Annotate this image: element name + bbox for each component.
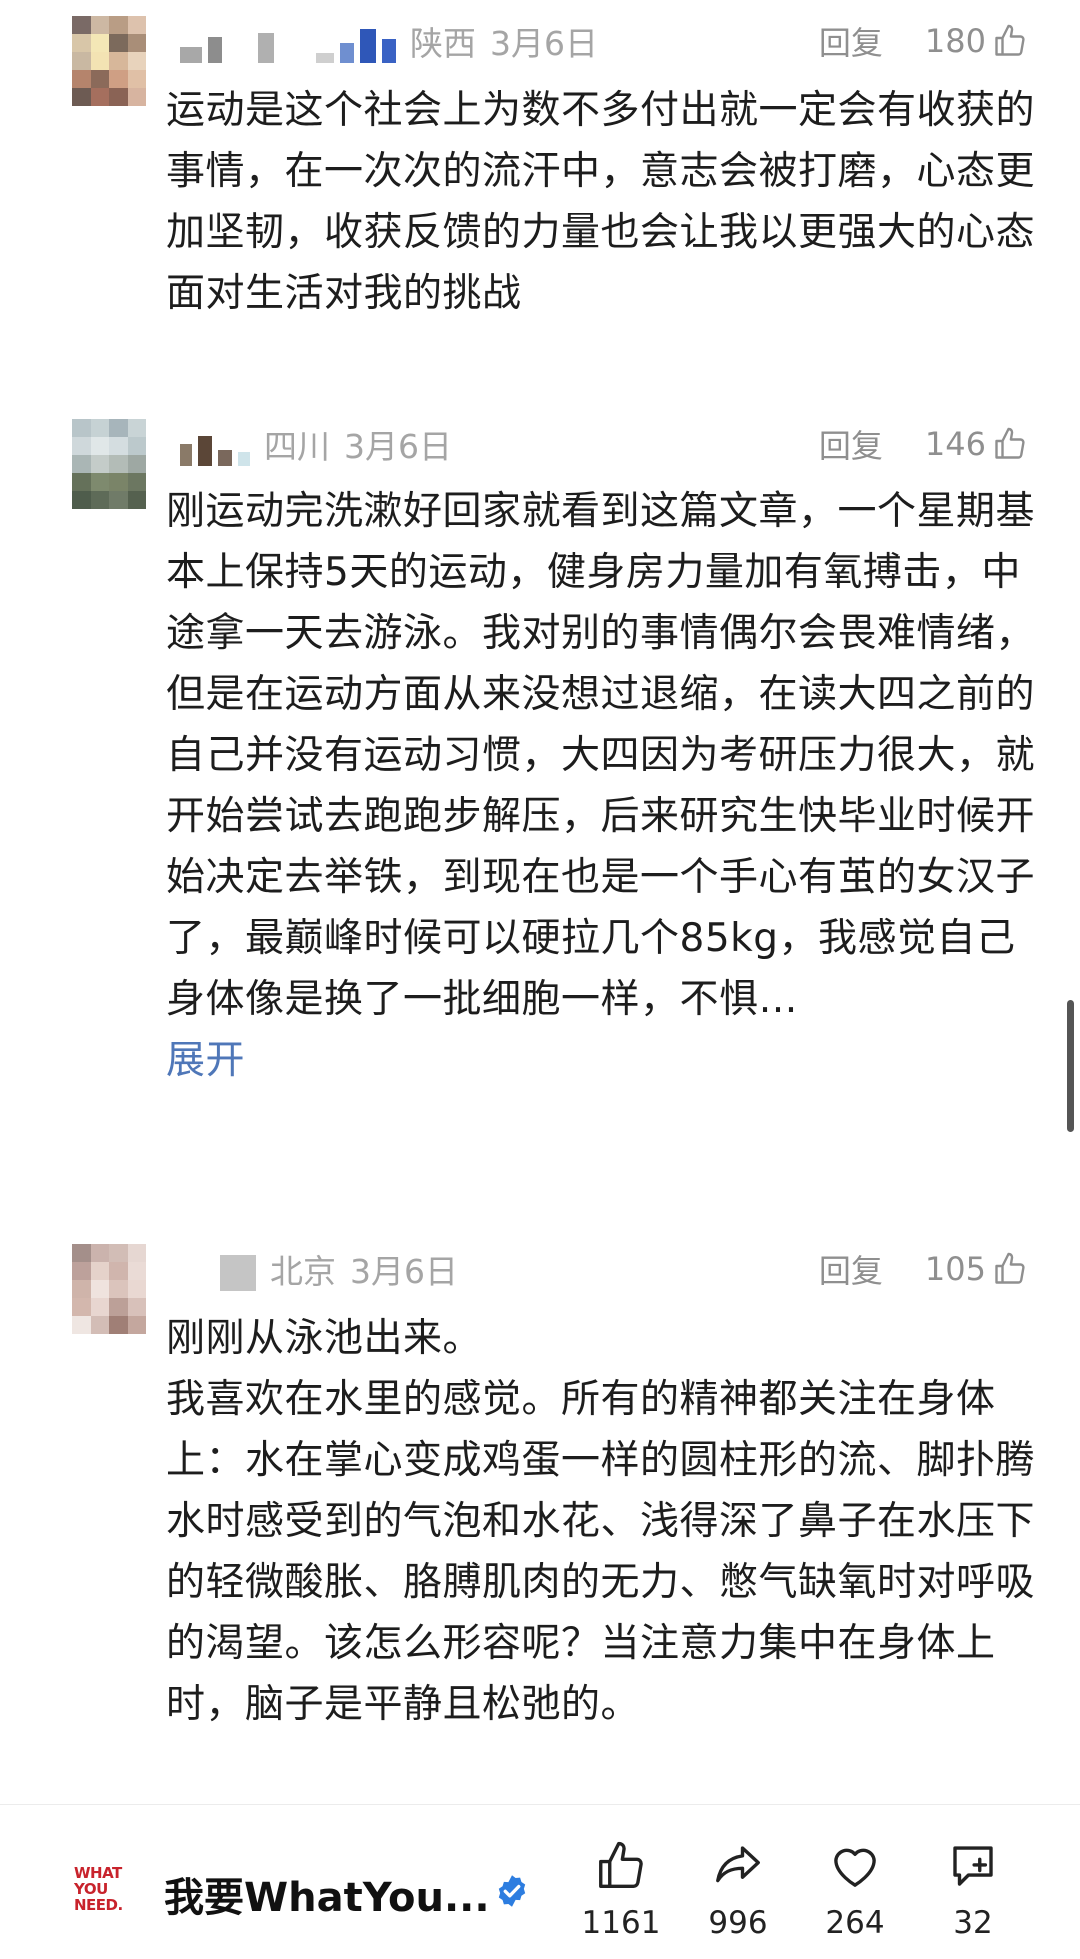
comment-actions: 回复 105 (819, 1244, 1028, 1294)
like-count: 146 (924, 425, 986, 463)
comment-add-icon (953, 1846, 993, 1886)
like-action[interactable]: 1161 (566, 1839, 676, 1941)
comment-meta: 陕西 3月6日 (180, 16, 598, 66)
comment-text: 刚运动完洗漱好回家就看到这篇文章，一个星期基本上保持5天的运动，健身房力量加有氧… (166, 481, 1036, 1091)
comment-region: 四川 (264, 427, 330, 466)
reply-button[interactable]: 回复 (819, 1246, 883, 1292)
avatar[interactable] (72, 419, 146, 509)
comment-total: 32 (953, 1905, 993, 1941)
comment-actions: 回复 180 (819, 16, 1028, 66)
avatar[interactable] (72, 16, 146, 106)
scrollbar[interactable] (1067, 1000, 1074, 1132)
comment-actions: 回复 146 (819, 419, 1028, 469)
comment-date: 3月6日 (490, 24, 598, 63)
account-name[interactable]: 我要WhatYou... (164, 1865, 490, 1923)
reply-button[interactable]: 回复 (819, 18, 883, 64)
comment-meta: 北京 3月6日 (180, 1244, 458, 1294)
comment-region: 北京 (270, 1252, 336, 1291)
like-total: 1161 (581, 1905, 661, 1941)
username-blurred[interactable] (180, 1247, 256, 1291)
account-logo[interactable]: WHAT YOU NEED. (74, 1865, 126, 1921)
comment-paragraph: 我喜欢在水里的感觉。所有的精神都关注在身体上：水在掌心变成鸡蛋一样的圆柱形的流、… (166, 1377, 1036, 1727)
favorite-action[interactable]: 264 (800, 1839, 910, 1941)
thumb-up-icon[interactable] (992, 426, 1028, 462)
comment-text: 运动是这个社会上为数不多付出就一定会有收获的事情，在一次次的流汗中，意志会被打磨… (166, 80, 1036, 324)
share-action[interactable]: 996 (683, 1839, 793, 1941)
share-total: 996 (708, 1905, 768, 1941)
username-blurred[interactable] (180, 422, 250, 466)
verified-badge-icon (498, 1875, 526, 1907)
comment-paragraph: 刚刚从泳池出来。 (166, 1316, 483, 1361)
favorite-total: 264 (825, 1905, 885, 1941)
comment-action[interactable]: 32 (918, 1839, 1028, 1941)
like-count: 180 (924, 22, 986, 60)
like-count: 105 (924, 1250, 986, 1288)
share-icon (716, 1846, 760, 1883)
thumb-up-icon[interactable] (992, 23, 1028, 59)
comment-meta: 四川 3月6日 (180, 419, 452, 469)
heart-icon (834, 1848, 876, 1887)
comment-date: 3月6日 (344, 427, 452, 466)
comment-paragraph: 刚运动完洗漱好回家就看到这篇文章，一个星期基本上保持5天的运动，健身房力量加有氧… (166, 489, 1036, 1022)
comment-region: 陕西 (410, 24, 476, 63)
comment-text: 刚刚从泳池出来。 我喜欢在水里的感觉。所有的精神都关注在身体上：水在掌心变成鸡蛋… (166, 1308, 1036, 1735)
thumb-up-icon (599, 1841, 643, 1888)
reply-button[interactable]: 回复 (819, 421, 883, 467)
thumb-up-icon[interactable] (992, 1251, 1028, 1287)
comment-paragraph: 运动是这个社会上为数不多付出就一定会有收获的事情，在一次次的流汗中，意志会被打磨… (166, 88, 1036, 316)
avatar[interactable] (72, 1244, 146, 1334)
expand-link[interactable]: 展开 (166, 1030, 1036, 1091)
username-blurred[interactable] (180, 19, 396, 63)
logo-text: WHAT YOU NEED. (74, 1864, 123, 1914)
comment-date: 3月6日 (350, 1252, 458, 1291)
bottom-bar: WHAT YOU NEED. 我要WhatYou... 1161 996 264… (0, 1804, 1080, 1959)
